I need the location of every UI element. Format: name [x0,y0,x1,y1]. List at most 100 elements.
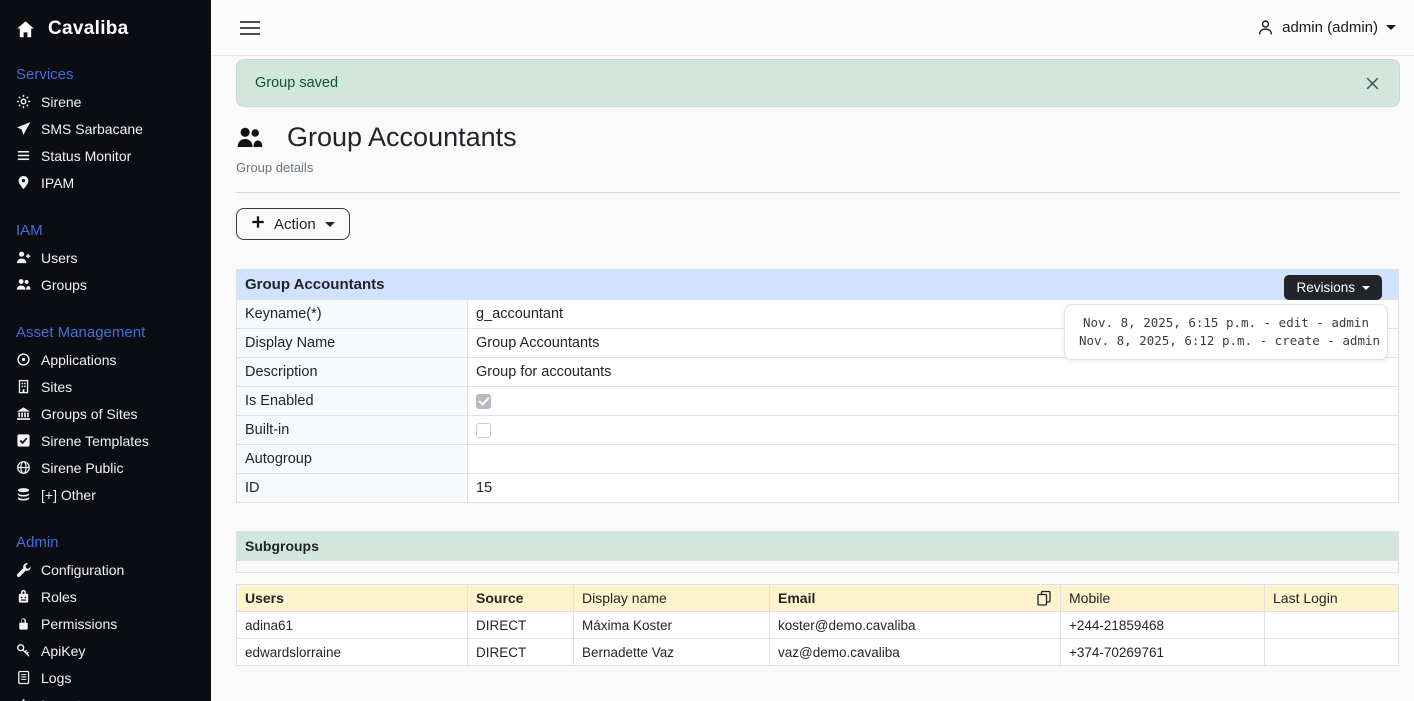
chevron-down-icon [325,222,335,227]
revisions-button-label: Revisions [1296,280,1355,295]
field-value-description: Group for accoutants [468,358,1399,387]
page-header: Group Accountants [236,122,1400,153]
field-label-display-name: Display Name [237,329,468,358]
sidebar-item-logs[interactable]: Logs [0,664,211,691]
users-table: Users Source Display name Email Mobile L… [236,584,1399,666]
plus-icon [251,215,265,233]
sidebar-item-groups-of-sites[interactable]: Groups of Sites [0,400,211,427]
sidebar-item-sites[interactable]: Sites [0,373,211,400]
is-enabled-checkbox[interactable] [476,394,491,409]
table-row: Built-in [237,416,1399,445]
sidebar-item-label: Applications [41,352,117,368]
user-cell-source: DIRECT [468,639,574,666]
built-in-checkbox[interactable] [476,423,491,438]
sidebar-item-label: ApiKey [41,643,85,659]
sidebar-item-label: Users [41,250,78,266]
brand[interactable]: Cavaliba [0,14,211,40]
sidebar-item-label: Roles [41,589,77,605]
sidebar-item-label: Sirene [41,94,81,110]
column-header-mobile: Mobile [1061,585,1265,612]
chevron-down-icon [1362,286,1370,290]
copy-icon[interactable] [1036,590,1052,606]
column-header-users: Users [237,585,468,612]
revisions-button[interactable]: Revisions [1284,275,1382,300]
user-cell-last-login [1265,612,1399,639]
sidebar: Cavaliba Services Sirene SMS Sarbacane S… [0,0,211,701]
revision-menu-item[interactable]: Nov. 8, 2025, 6:12 p.m. - create - admin [1079,332,1373,350]
geo-pin-icon [16,175,31,190]
sidebar-item-roles[interactable]: Roles [0,583,211,610]
field-label-built-in: Built-in [237,416,468,445]
field-label-id: ID [237,474,468,503]
field-label-autogroup: Autogroup [237,445,468,474]
sidebar-item-sms-sarbacane[interactable]: SMS Sarbacane [0,115,211,142]
sidebar-item-label: Permissions [41,616,117,632]
sidebar-section-admin: Admin Configuration Roles Permissions Ap… [0,530,211,701]
wrench-icon [16,562,31,577]
sidebar-item-label: Sites [41,379,72,395]
table-row[interactable]: edwardslorraine DIRECT Bernadette Vaz va… [237,639,1399,666]
sidebar-item-label: Configuration [41,562,124,578]
sidebar-item-label: Sirene Templates [41,433,149,449]
sidebar-item-applications[interactable]: Applications [0,346,211,373]
sidebar-item-apikey[interactable]: ApiKey [0,637,211,664]
sidebar-item-configuration[interactable]: Configuration [0,556,211,583]
hamburger-menu-icon[interactable] [238,17,262,39]
section-heading-admin: Admin [0,530,211,556]
table-row: ID 15 [237,474,1399,503]
sidebar-section-asset-management: Asset Management Applications Sites Grou… [0,320,211,508]
column-header-email-label: Email [778,590,815,606]
section-heading-iam: IAM [0,218,211,244]
sidebar-item-sirene[interactable]: Sirene [0,88,211,115]
gear-icon [16,94,31,109]
list-icon [16,148,31,163]
field-label-is-enabled: Is Enabled [237,387,468,416]
table-row [237,561,1399,573]
field-label-description: Description [237,358,468,387]
users-table-header-row: Users Source Display name Email Mobile L… [237,585,1399,612]
sidebar-item-permissions[interactable]: Permissions [0,610,211,637]
sidebar-item-label: Groups of Sites [41,406,138,422]
globe-icon [16,460,31,475]
field-value-id: 15 [468,474,1399,503]
sidebar-item-label: Logs [41,670,71,686]
subgroups-empty-row [237,561,1399,573]
topbar: admin (admin) [211,0,1414,56]
user-cell-email: vaz@demo.cavaliba [770,639,1061,666]
close-icon[interactable] [1364,75,1381,92]
user-menu[interactable]: admin (admin) [1257,19,1396,36]
plus-icon [16,697,31,701]
sidebar-item-status-monitor[interactable]: Status Monitor [0,142,211,169]
building-icon [16,379,31,394]
sidebar-item-groups[interactable]: Groups [0,271,211,298]
page-title: Group Accountants [287,122,517,153]
user-cell-username: adina61 [237,612,468,639]
sidebar-item-import[interactable]: Import [0,691,211,701]
main-area: admin (admin) Group saved Group Accounta… [211,0,1414,701]
sidebar-item-label: Status Monitor [41,148,131,164]
sidebar-item-ipam[interactable]: IPAM [0,169,211,196]
group-detail-section: Group Accountants Keyname(*) g_accountan… [236,269,1400,503]
sidebar-section-iam: IAM Users Groups [0,218,211,298]
field-value-built-in [468,416,1399,445]
sidebar-item-other[interactable]: [+] Other [0,481,211,508]
table-row[interactable]: adina61 DIRECT Máxima Koster koster@demo… [237,612,1399,639]
user-cell-username: edwardslorraine [237,639,468,666]
person-plus-icon [16,250,31,265]
badge-lock-icon [16,589,31,604]
sidebar-item-users[interactable]: Users [0,244,211,271]
table-row: Autogroup [237,445,1399,474]
action-button[interactable]: Action [236,208,350,240]
sidebar-item-sirene-public[interactable]: Sirene Public [0,454,211,481]
divider [236,192,1400,193]
bank-icon [16,406,31,421]
revision-menu-item[interactable]: Nov. 8, 2025, 6:15 p.m. - edit - admin [1079,314,1373,332]
app-root: Cavaliba Services Sirene SMS Sarbacane S… [0,0,1414,701]
people-icon [236,125,264,151]
sidebar-item-sirene-templates[interactable]: Sirene Templates [0,427,211,454]
sidebar-section-services: Services Sirene SMS Sarbacane Status Mon… [0,62,211,196]
lock-icon [16,616,31,631]
field-label-keyname: Keyname(*) [237,300,468,329]
user-cell-mobile: +244-21859468 [1061,612,1265,639]
field-value-autogroup [468,445,1399,474]
